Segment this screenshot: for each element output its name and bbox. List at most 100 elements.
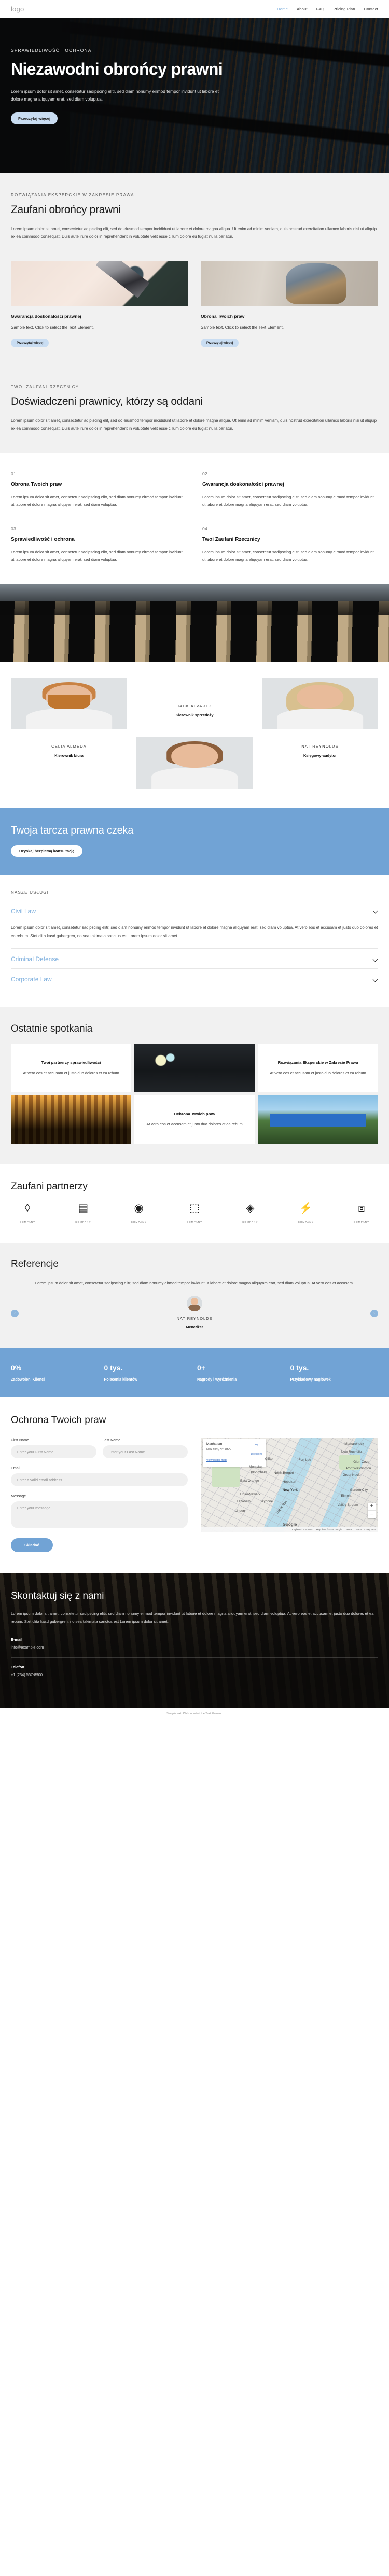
partner-logo[interactable]: ◈ COMPANY [233, 1203, 267, 1226]
stat-label: Przykładowy nagłówek [290, 1376, 331, 1382]
nav-item-home[interactable]: Home [277, 7, 288, 11]
partners-section: Zaufani partnerzy ◊ COMPANY ▤ COMPANY ◉ … [0, 1164, 389, 1244]
map-directions-button[interactable]: ⤳ Directions [251, 1442, 262, 1457]
partner-logo[interactable]: ◊ COMPANY [11, 1203, 44, 1226]
contact-section: Ochrona Twoich praw First Name Last Name… [0, 1397, 389, 1573]
map-view-larger-link[interactable]: View larger map [206, 1459, 227, 1462]
intro-paragraph: Lorem ipsum dolor sit amet, consectetur … [11, 226, 377, 240]
accordion-body: Lorem ipsum dolor sit amet, consetetur s… [11, 925, 378, 938]
map-label-great-neck: Great Neck [342, 1473, 360, 1477]
map-label-linden: Linden [234, 1509, 245, 1513]
features-grid: 01 Obrona Twoich praw Lorem ipsum dolor … [0, 452, 389, 584]
hero-eyebrow: SPRAWIEDLIWOŚĆ I OCHRONA [11, 48, 92, 53]
footer-contact-row-phone: Telefon +1 (234) 567-8900 [11, 1665, 378, 1677]
footer-contact-value[interactable]: info@example.com [11, 1645, 378, 1650]
accordion-header[interactable]: Criminal Defense [11, 949, 378, 968]
meeting-tile-text: At vero eos et accusam et justo duo dolo… [146, 1122, 243, 1127]
map-keyboard-shortcuts[interactable]: Keyboard shortcuts [292, 1528, 313, 1531]
partner-logo[interactable]: ⚡ COMPANY [289, 1203, 323, 1226]
cta-title: Twoja tarcza prawna czeka [11, 824, 134, 836]
map-zoom-out-button[interactable]: − [368, 1511, 376, 1518]
service-card-button[interactable]: Przeczytaj więcej [201, 338, 239, 347]
hero-read-more-button[interactable]: Przeczytaj więcej [11, 112, 58, 125]
map-report-error-link[interactable]: Report a map error [356, 1528, 376, 1531]
testimonial-slide: Lorem ipsum dolor sit amet, consetetur s… [11, 1279, 378, 1329]
hero-paragraph: Lorem ipsum dolor sit amet, consetetur s… [11, 88, 219, 102]
team-member-name: CELIA ALMEDA [51, 743, 87, 749]
message-textarea[interactable] [11, 1501, 188, 1528]
map-label-union: Union [240, 1492, 249, 1496]
site-footer: Skontaktuj się z nami Lorem ipsum dolor … [0, 1572, 389, 1708]
map-zoom-in-button[interactable]: + [368, 1503, 376, 1511]
first-name-label: First Name [11, 1437, 30, 1442]
footer-contact-value[interactable]: +1 (234) 567-8900 [11, 1672, 378, 1677]
cta-consultation-button[interactable]: Uzyskaj bezpłatną konsultację [11, 844, 83, 857]
service-card: Obrona Twoich praw Sample text. Click to… [201, 260, 378, 347]
nav-item-about[interactable]: About [297, 7, 308, 11]
map-terms-link[interactable]: Terms [346, 1528, 353, 1531]
chevron-down-icon[interactable] [373, 909, 378, 913]
map-data-attribution: Map data ©2024 Google [316, 1528, 342, 1531]
partner-logo-caption: COMPANY [75, 1221, 91, 1224]
feature-title: Obrona Twoich praw [11, 481, 62, 487]
features-paragraph: Lorem ipsum dolor sit amet, consectetur … [11, 418, 377, 431]
accordion-title: Civil Law [11, 907, 36, 915]
feature-number: 04 [202, 526, 208, 531]
last-name-input[interactable] [102, 1445, 188, 1458]
partner-logo[interactable]: ⧈ COMPANY [345, 1203, 378, 1226]
features-intro: TWOI ZAUFANI RZECZNICY Doświadczeni praw… [0, 364, 389, 453]
meetings-title: Ostatnie spotkania [11, 1023, 93, 1035]
square-outline-icon: ⬚ [189, 1202, 200, 1215]
partner-logo[interactable]: ◉ COMPANY [122, 1203, 156, 1226]
service-card-button[interactable]: Przeczytaj więcej [11, 338, 49, 347]
accordion-header[interactable]: Corporate Law [11, 969, 378, 989]
first-name-input[interactable] [11, 1445, 96, 1458]
map-label-elizabeth: Elizabeth [237, 1500, 251, 1504]
bolt-icon: ⚡ [299, 1202, 313, 1215]
footer-paragraph: Lorem ipsum dolor sit amet, consetetur s… [11, 1611, 374, 1624]
footer-contact-label: Telefon [11, 1664, 24, 1669]
partner-logo-caption: COMPANY [353, 1221, 370, 1224]
partner-logo[interactable]: ▤ COMPANY [66, 1203, 100, 1226]
stat-item: 0+ Nagrody i wyróżnienia [197, 1363, 285, 1382]
site-logo[interactable]: logo [11, 5, 24, 13]
courthouse-columns-banner [0, 584, 389, 662]
accordion-header[interactable]: Civil Law [11, 901, 378, 921]
stat-value: 0% [11, 1363, 22, 1372]
map-label-valley-stream: Valley Stream [337, 1503, 358, 1508]
warm-lights-image [11, 1095, 131, 1144]
first-name-field-group: First Name [11, 1438, 96, 1458]
testimonials-section: Referencje ‹ › Lorem ipsum dolor sit ame… [0, 1243, 389, 1348]
accordion-item-civil-law[interactable]: Civil Law Lorem ipsum dolor sit amet, co… [11, 901, 378, 949]
nav-item-pricing-plan[interactable]: Pricing Plan [333, 7, 355, 11]
partner-logo-caption: COMPANY [298, 1221, 314, 1224]
intro-kicker: ROZWIĄZANIA EKSPERCKIE W ZAKRESIE PRAWA [11, 193, 134, 198]
service-card-title: Obrona Twoich praw [201, 313, 245, 319]
accordion-item-criminal-defense[interactable]: Criminal Defense [11, 949, 378, 969]
cta-banner: Twoja tarcza prawna czeka Uzyskaj bezpła… [0, 808, 389, 875]
map-zoom-controls[interactable]: + − [368, 1502, 376, 1518]
google-logo: Google [282, 1522, 297, 1527]
partner-logo-caption: COMPANY [242, 1221, 258, 1224]
footer-contact-label: E-mail [11, 1637, 23, 1642]
partner-logo-caption: COMPANY [19, 1221, 36, 1224]
chevron-down-icon[interactable] [373, 977, 378, 982]
contact-title: Ochrona Twoich praw [11, 1414, 106, 1426]
stat-value: 0+ [197, 1363, 205, 1372]
nav-item-faq[interactable]: FAQ [316, 7, 325, 11]
email-field-group: Email [11, 1466, 188, 1486]
map-widget[interactable]: Manhattan New York, NY, USA View larger … [201, 1437, 378, 1532]
book-icon: ▤ [78, 1202, 89, 1215]
email-input[interactable] [11, 1473, 188, 1486]
stat-item: 0% Zadowoleni Klienci [11, 1363, 99, 1382]
partner-logo[interactable]: ⬚ COMPANY [178, 1203, 211, 1226]
team-member-name: JACK ALVAREZ [177, 703, 212, 708]
submit-button[interactable]: Składać [11, 1538, 53, 1552]
chevron-down-icon[interactable] [373, 957, 378, 962]
nav-item-contact[interactable]: Contact [364, 7, 378, 11]
meeting-text-tile: Twoi partnerzy sprawiedliwości At vero e… [11, 1044, 131, 1093]
stats-bar: 0% Zadowoleni Klienci 0 tys. Polecenia k… [0, 1347, 389, 1397]
stat-item: 0 tys. Przykładowy nagłówek [290, 1363, 379, 1382]
accordion-item-corporate-law[interactable]: Corporate Law [11, 969, 378, 990]
accordion-title: Corporate Law [11, 976, 52, 983]
